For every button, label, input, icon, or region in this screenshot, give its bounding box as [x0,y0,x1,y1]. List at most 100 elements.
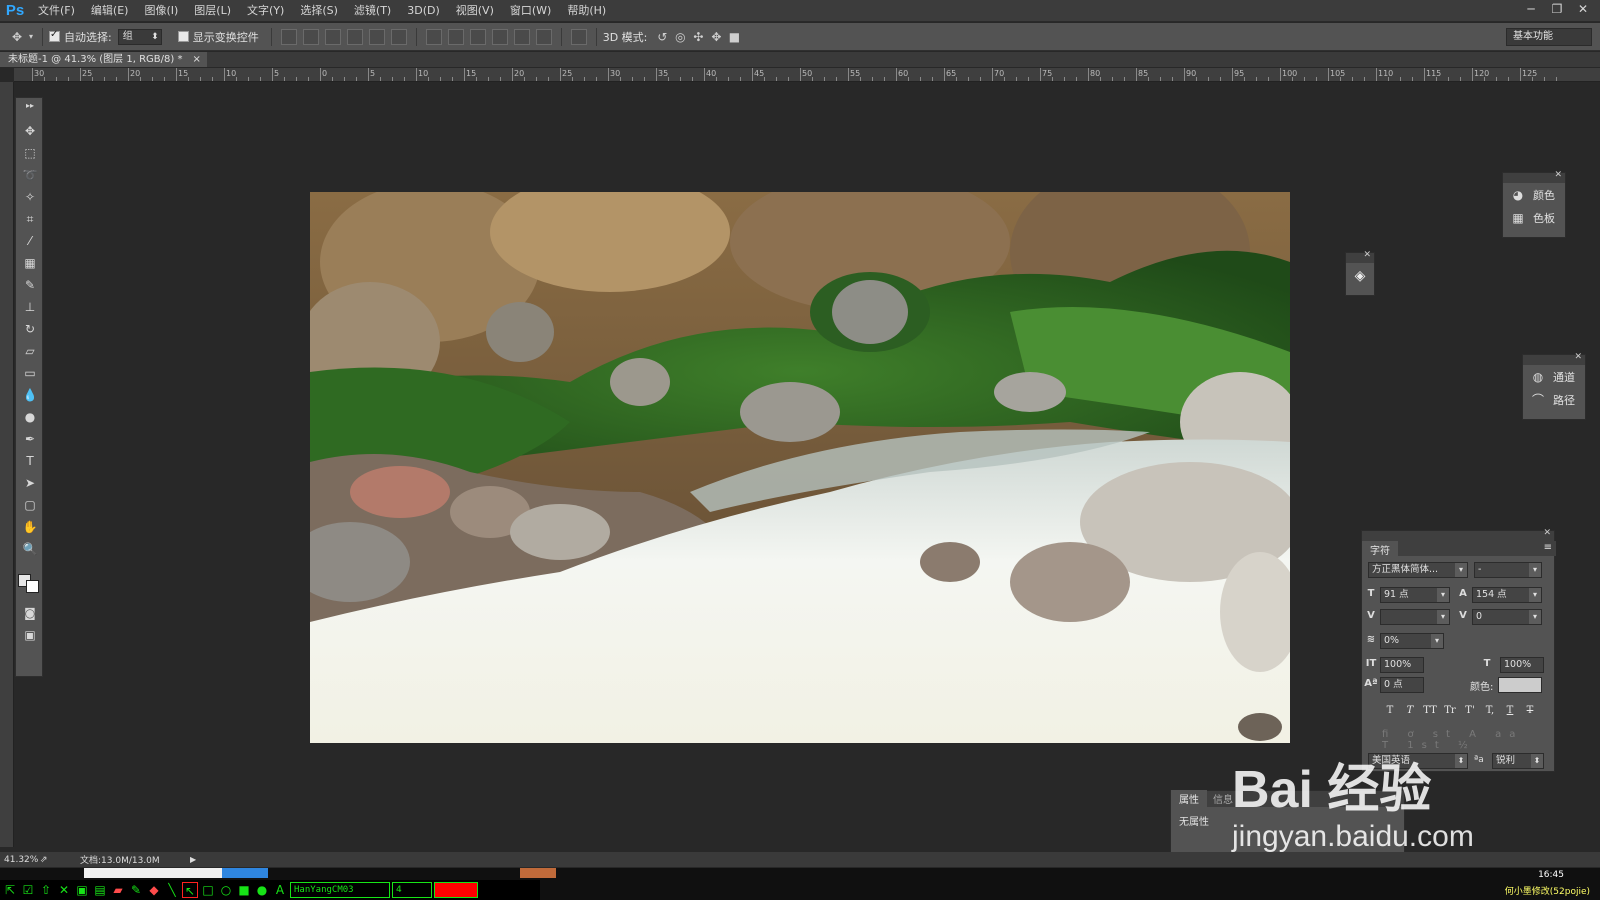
close-icon[interactable]: ✕ [1363,250,1371,260]
save-icon[interactable]: ▣ [74,882,90,898]
restore-button[interactable]: ❐ [1546,0,1568,20]
document-canvas[interactable] [310,192,1290,743]
panel-item-paths[interactable]: ⌒ 路径 [1523,388,1585,411]
filled-ellipse-icon[interactable]: ● [254,882,270,898]
distribute-vcenter-icon[interactable] [447,28,464,45]
align-vcenter-icon[interactable] [302,28,319,45]
filled-rectangle-icon[interactable]: ■ [236,882,252,898]
faux-bold-button[interactable]: T [1382,704,1398,718]
healing-brush-tool-icon[interactable]: ▦ [20,254,40,272]
folder-icon[interactable]: ▤ [92,882,108,898]
3d-scale-icon[interactable]: ■ [725,28,743,46]
font-family-select[interactable]: 方正黑体简体... ▾ [1368,562,1468,578]
auto-align-icon[interactable] [570,28,587,45]
3d-slide-icon[interactable]: ✥ [707,28,725,46]
panel-menu-icon[interactable]: ≡ [1544,542,1552,553]
panel-item-swatches[interactable]: ▦ 色板 [1503,206,1565,229]
gradient-tool-icon[interactable]: ▭ [20,364,40,382]
menu-item[interactable]: 视图(V) [448,0,502,22]
workspace-select[interactable]: 基本功能 [1506,28,1592,46]
ellipse-icon[interactable]: ○ [218,882,234,898]
distribute-hcenter-icon[interactable] [513,28,530,45]
share-icon[interactable]: ⇗ [40,855,80,865]
blur-tool-icon[interactable]: 💧 [20,386,40,404]
close-icon[interactable]: ✕ [1543,528,1551,538]
distribute-right-icon[interactable] [535,28,552,45]
menu-item[interactable]: 选择(S) [292,0,346,22]
scale-field[interactable]: 0% ▾ [1380,633,1444,649]
check-icon[interactable]: ☑ [20,882,36,898]
tool-preset-dropdown-icon[interactable]: ▾ [26,28,36,46]
eyedropper-tool-icon[interactable]: ⁄ [20,232,40,250]
quick-mask-icon[interactable]: ◙ [20,604,40,622]
distribute-bottom-icon[interactable] [469,28,486,45]
toolbox-collapse-icon[interactable]: ▸▸ [20,102,40,112]
menu-item[interactable]: 图层(L) [186,0,239,22]
horizontal-scale-field[interactable]: 100% [1500,657,1544,673]
taskbar-app-blue[interactable] [222,868,268,878]
type-tool-icon[interactable]: T [20,452,40,470]
close-tab-icon[interactable]: × [192,52,200,67]
move-tool-icon[interactable]: ✥ [20,122,40,140]
menu-item[interactable]: 滤镜(T) [346,0,399,22]
taskbar-app-orange[interactable] [520,868,556,878]
all-caps-button[interactable]: TT [1422,704,1438,718]
panel-item-channels[interactable]: ◍ 通道 [1523,365,1585,388]
3d-rotate-icon[interactable]: ↺ [653,28,671,46]
pencil-icon[interactable]: ✎ [128,882,144,898]
menu-item[interactable]: 图像(I) [136,0,186,22]
eraser-icon[interactable]: ▰ [110,882,126,898]
eraser-tool-icon[interactable]: ▱ [20,342,40,360]
faux-italic-button[interactable]: T [1402,704,1418,718]
menu-item[interactable]: 3D(D) [399,0,448,22]
crop-tool-icon[interactable]: ⌗ [20,210,40,228]
tracking-field[interactable]: 0 ▾ [1472,609,1542,625]
pen-tool-icon[interactable]: ✒ [20,430,40,448]
marquee-tool-icon[interactable]: ⬚ [20,144,40,162]
font-style-select[interactable]: - ▾ [1474,562,1542,578]
line-icon[interactable]: ╲ [164,882,180,898]
close-icon[interactable]: ✕ [1574,352,1582,362]
font-size-select[interactable]: 4 [392,882,432,898]
panel-item-color[interactable]: ◕ 颜色 [1503,183,1565,206]
minimize-button[interactable]: ─ [1520,0,1542,20]
screen-mode-icon[interactable]: ▣ [20,626,40,644]
distribute-left-icon[interactable] [491,28,508,45]
kerning-field[interactable]: ▾ [1380,609,1450,625]
tab-properties[interactable]: 属性 [1171,790,1207,807]
close-window-button[interactable]: ✕ [1572,0,1594,20]
tab-character[interactable]: 字符 [1362,541,1398,558]
cross-icon[interactable]: ✕ [56,882,72,898]
rectangle-icon[interactable]: □ [200,882,216,898]
strikethrough-button[interactable]: T [1522,704,1538,718]
show-transform-checkbox[interactable] [177,31,189,42]
small-caps-button[interactable]: Tr [1442,704,1458,718]
3d-roll-icon[interactable]: ◎ [671,28,689,46]
shape-tool-icon[interactable]: ▢ [20,496,40,514]
clone-stamp-tool-icon[interactable]: ⊥ [20,298,40,316]
distribute-top-icon[interactable] [425,28,442,45]
layers-icon[interactable]: ◈ [1346,263,1374,289]
zoom-tool-icon[interactable]: 🔍 [20,540,40,558]
history-brush-tool-icon[interactable]: ↻ [20,320,40,338]
menu-item[interactable]: 帮助(H) [559,0,614,22]
path-selection-tool-icon[interactable]: ➤ [20,474,40,492]
align-right-icon[interactable] [390,28,407,45]
subscript-button[interactable]: T, [1482,704,1498,718]
font-name-select[interactable]: HanYangCM03 [290,882,390,898]
close-icon[interactable]: ✕ [1554,170,1562,180]
vertical-scale-field[interactable]: 100% [1380,657,1424,673]
superscript-button[interactable]: T' [1462,704,1478,718]
draw-color-select[interactable] [434,882,478,898]
leading-field[interactable]: 154 点 ▾ [1472,587,1542,603]
auto-select-dropdown[interactable]: 组 [117,28,162,45]
background-color-swatch[interactable] [26,580,39,593]
menu-item[interactable]: 文字(Y) [239,0,292,22]
status-menu-arrow-icon[interactable]: ▶ [190,855,196,864]
document-tab[interactable]: 未标题-1 @ 41.3% (图层 1, RGB/8) * × [0,52,207,67]
magic-wand-tool-icon[interactable]: ✧ [20,188,40,206]
align-hcenter-icon[interactable] [368,28,385,45]
zoom-level[interactable]: 41.32% [0,855,40,865]
up-arrow-icon[interactable]: ⇧ [38,882,54,898]
text-icon[interactable]: A [272,882,288,898]
